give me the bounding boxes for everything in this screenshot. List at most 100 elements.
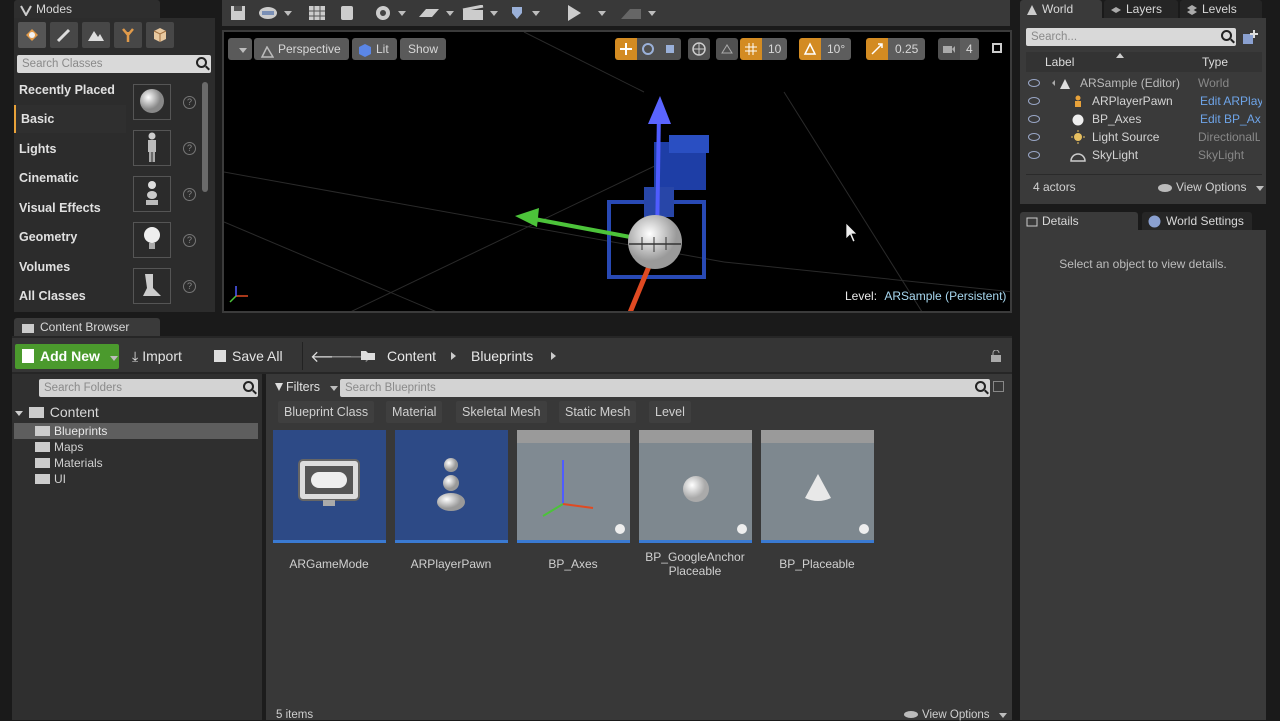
mode-paint-icon[interactable]: [50, 22, 78, 48]
outliner-row-arplayerpawn[interactable]: ARPlayerPawn Edit ARPlay: [1026, 92, 1262, 110]
camera-speed-control[interactable]: 4: [938, 38, 979, 60]
folder-ui[interactable]: UI: [14, 471, 258, 487]
help-icon[interactable]: ?: [183, 96, 196, 109]
asset-tile-argamemode[interactable]: [273, 430, 386, 543]
folder-tree-root[interactable]: Content: [15, 404, 99, 420]
class-search-input[interactable]: Search Classes: [17, 55, 211, 73]
collapse-arrow-icon[interactable]: [15, 410, 23, 416]
place-item-player-start[interactable]: [133, 268, 171, 304]
tab-world-settings[interactable]: World Settings: [1142, 212, 1252, 230]
help-icon[interactable]: ?: [183, 188, 196, 201]
build-icon[interactable]: [508, 2, 540, 24]
column-type-header[interactable]: Type: [1202, 55, 1228, 69]
grid-snap-control[interactable]: 10: [740, 38, 788, 60]
category-all-classes[interactable]: All Classes: [14, 282, 126, 310]
outliner-row-light-source[interactable]: Light Source DirectionalL: [1026, 128, 1262, 146]
scale-icon[interactable]: [659, 38, 681, 60]
tab-world-outliner[interactable]: World: [1020, 0, 1102, 18]
folder-materials[interactable]: Materials: [14, 455, 258, 471]
help-icon[interactable]: ?: [183, 142, 196, 155]
visibility-eye-icon[interactable]: [1028, 151, 1040, 159]
tab-details[interactable]: Details: [1020, 212, 1138, 230]
marketplace-icon[interactable]: [340, 2, 354, 24]
filter-chip-level[interactable]: Level: [649, 401, 691, 423]
modes-scrollbar[interactable]: [202, 82, 208, 192]
filter-chip-material[interactable]: Material: [386, 401, 443, 423]
help-icon[interactable]: ?: [183, 280, 196, 293]
blueprints-icon[interactable]: [418, 2, 454, 24]
rotate-icon[interactable]: [637, 38, 659, 60]
visibility-eye-icon[interactable]: [1028, 115, 1040, 123]
breadcrumb-separator-icon[interactable]: [451, 352, 456, 360]
tab-layers[interactable]: Layers: [1104, 0, 1178, 18]
visibility-eye-icon[interactable]: [1028, 97, 1040, 105]
asset-tile-arplayerpawn[interactable]: [395, 430, 508, 543]
asset-tile-bp-axes[interactable]: [517, 430, 630, 543]
folder-maps[interactable]: Maps: [14, 439, 258, 455]
launch-icon[interactable]: [620, 2, 656, 24]
add-actor-icon[interactable]: [1242, 29, 1258, 48]
import-button[interactable]: ⤓ Import: [132, 348, 182, 365]
perspective-button[interactable]: Perspective: [254, 38, 349, 60]
tab-levels[interactable]: Levels: [1180, 0, 1262, 18]
mode-landscape-icon[interactable]: [82, 22, 110, 48]
mode-geometry-icon[interactable]: [146, 22, 174, 48]
place-item-sphere[interactable]: [133, 84, 171, 120]
filter-chip-skeletal-mesh[interactable]: Skeletal Mesh: [456, 401, 547, 423]
outliner-row-skylight[interactable]: SkyLight SkyLight: [1026, 146, 1262, 164]
place-item-mannequin[interactable]: [133, 130, 171, 166]
add-new-button[interactable]: Add New: [15, 344, 119, 369]
maximize-viewport-icon[interactable]: [992, 43, 1002, 53]
show-button[interactable]: Show: [400, 38, 447, 60]
asset-tile-bp-googleanchor-placeable[interactable]: [639, 430, 752, 543]
category-lights[interactable]: Lights: [14, 135, 126, 163]
outliner-row-bp-axes[interactable]: BP_Axes Edit BP_Ax: [1026, 110, 1262, 128]
category-geometry[interactable]: Geometry: [14, 223, 126, 251]
tab-modes[interactable]: Modes: [14, 0, 160, 18]
category-visual-effects[interactable]: Visual Effects: [14, 194, 126, 222]
viewport-options-button[interactable]: [228, 38, 252, 60]
world-local-toggle[interactable]: [688, 38, 710, 60]
transform-mode-group[interactable]: [615, 38, 681, 60]
asset-search-input[interactable]: Search Blueprints: [340, 379, 990, 397]
scale-snap-control[interactable]: 0.25: [866, 38, 926, 60]
outliner-row-arsample[interactable]: ARSample (Editor) World: [1026, 74, 1262, 92]
mode-foliage-icon[interactable]: [114, 22, 142, 48]
play-icon[interactable]: [566, 2, 582, 24]
category-cinematic[interactable]: Cinematic: [14, 164, 126, 192]
filter-chip-blueprint-class[interactable]: Blueprint Class: [278, 401, 375, 423]
save-all-button[interactable]: Save All: [214, 348, 283, 364]
rotation-snap-control[interactable]: 10°: [799, 38, 852, 60]
breadcrumb-separator-icon[interactable]: [551, 352, 556, 360]
filters-button[interactable]: Filters: [275, 380, 338, 394]
category-recently-placed[interactable]: Recently Placed: [14, 76, 126, 104]
visibility-eye-icon[interactable]: [1028, 79, 1040, 87]
breadcrumb-blueprints[interactable]: Blueprints: [471, 348, 533, 364]
mode-place-icon[interactable]: [18, 22, 46, 48]
translate-icon[interactable]: [615, 38, 637, 60]
column-label-header[interactable]: Label: [1045, 55, 1074, 69]
tab-content-browser[interactable]: Content Browser: [14, 318, 160, 336]
source-control-icon[interactable]: [258, 2, 292, 24]
lit-button[interactable]: Lit: [352, 38, 397, 60]
place-item-point-light[interactable]: [133, 222, 171, 258]
category-volumes[interactable]: Volumes: [14, 253, 126, 281]
outliner-row-type-link[interactable]: Edit ARPlay: [1200, 92, 1262, 110]
content-icon[interactable]: [308, 2, 326, 24]
folder-blueprints[interactable]: Blueprints: [14, 423, 258, 439]
lock-icon[interactable]: [990, 349, 1002, 365]
visibility-eye-icon[interactable]: [1028, 133, 1040, 141]
viewport[interactable]: [222, 30, 1012, 313]
outliner-search-input[interactable]: Search...: [1026, 28, 1236, 46]
content-view-options-button[interactable]: View Options: [904, 709, 1007, 721]
surface-snap-toggle[interactable]: [716, 38, 738, 60]
outliner-view-options-button[interactable]: View Options: [1158, 180, 1264, 194]
help-icon[interactable]: ?: [183, 234, 196, 247]
save-search-icon[interactable]: [993, 381, 1004, 392]
settings-icon[interactable]: [374, 2, 406, 24]
place-item-pawn[interactable]: [133, 176, 171, 212]
breadcrumb-content[interactable]: Content: [387, 348, 436, 364]
cinematics-icon[interactable]: [462, 2, 498, 24]
asset-tile-bp-placeable[interactable]: [761, 430, 874, 543]
outliner-row-type-link[interactable]: Edit BP_Ax: [1200, 110, 1261, 128]
